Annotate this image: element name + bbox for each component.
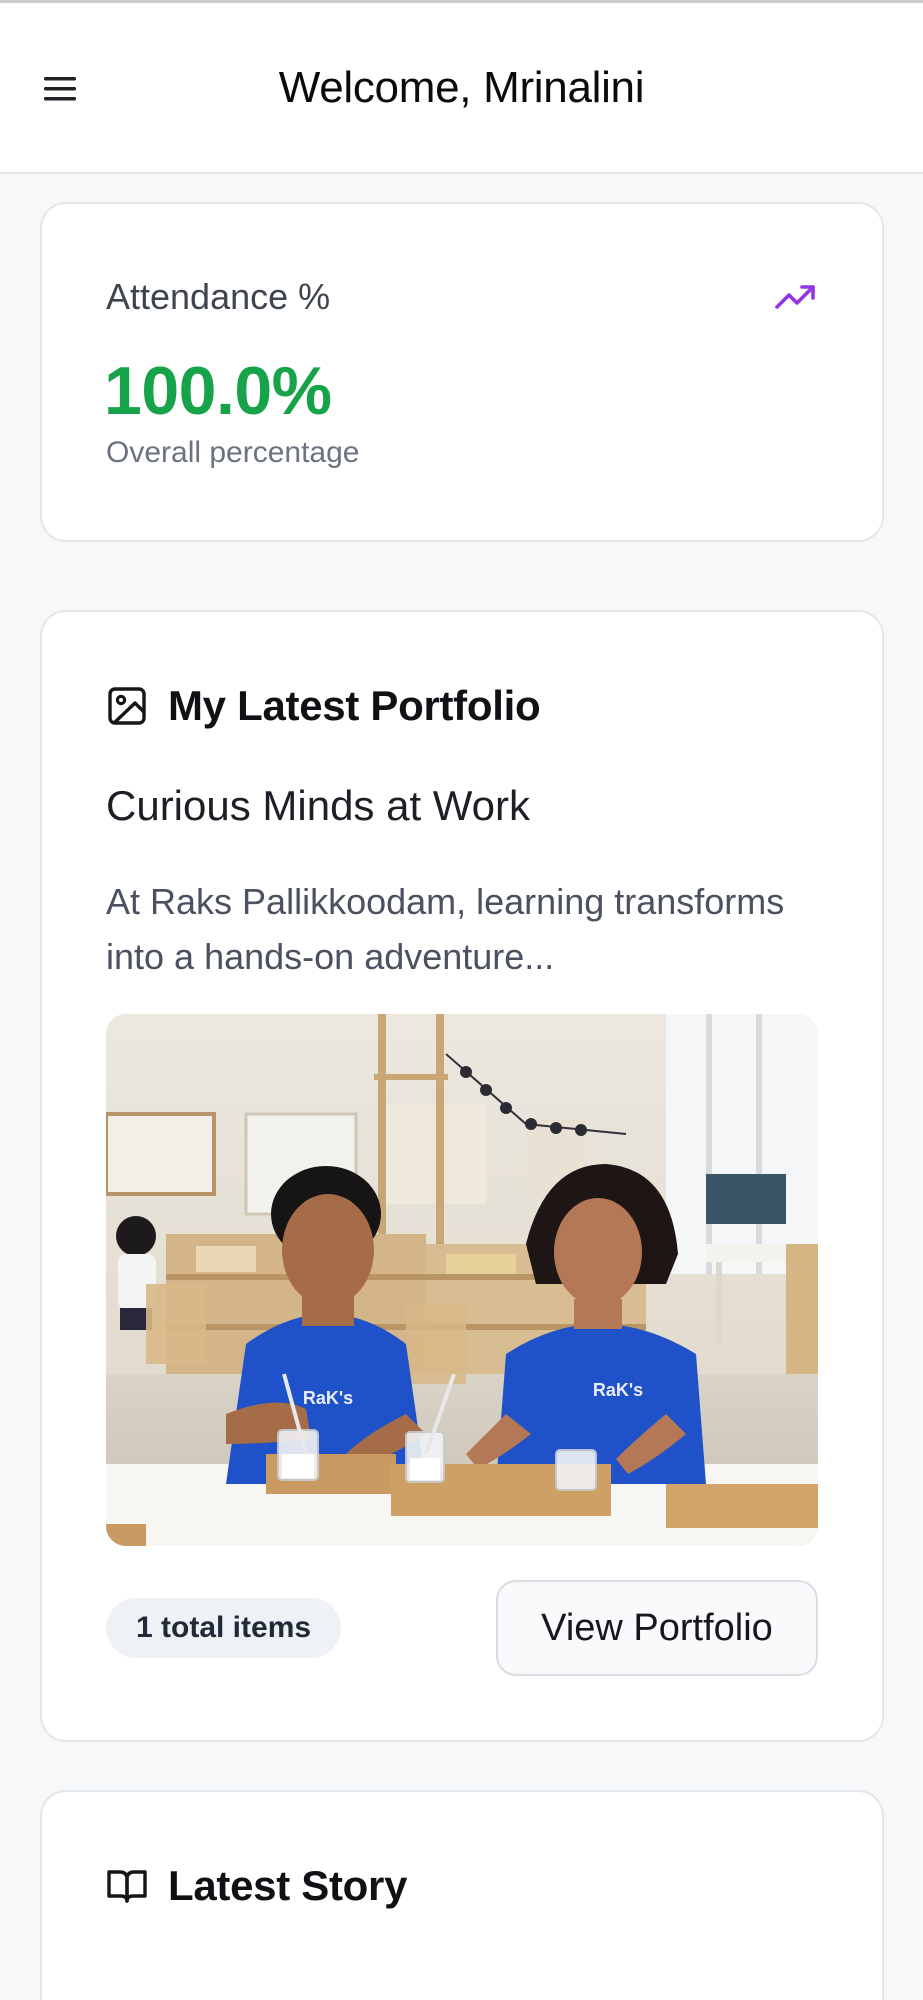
portfolio-title: Curious Minds at Work [106, 782, 531, 829]
attendance-value: 100.0% [104, 353, 332, 429]
attendance-label: Attendance % [106, 276, 331, 317]
items-count-badge: 1 total items [106, 1598, 342, 1658]
app-header: Welcome, Mrinalini [0, 3, 923, 174]
photo-shirt-label-right: RaK's [593, 1380, 643, 1400]
portfolio-photo[interactable]: RaK's RaK's [106, 1014, 818, 1546]
portfolio-card: My Latest Portfolio Curious Minds at Wor… [40, 610, 884, 1742]
story-heading-row: Latest Story [106, 1862, 407, 1910]
story-card: Latest Story [40, 1790, 884, 2000]
attendance-card: Attendance % 100.0% Overall percentage [40, 202, 884, 542]
photo-shirt-label-left: RaK's [303, 1388, 353, 1408]
view-portfolio-button[interactable]: View Portfolio [496, 1580, 818, 1676]
portfolio-heading: My Latest Portfolio [168, 682, 541, 729]
portfolio-heading-row: My Latest Portfolio [106, 682, 541, 730]
image-icon [106, 685, 148, 727]
portfolio-description: At Raks Pallikkoodam, learning transform… [106, 881, 785, 977]
page-title: Welcome, Mrinalini [278, 63, 645, 112]
book-open-icon [106, 1865, 148, 1907]
attendance-subtitle: Overall percentage [106, 436, 360, 469]
trending-up-icon [775, 285, 815, 309]
story-heading: Latest Story [168, 1862, 408, 1909]
